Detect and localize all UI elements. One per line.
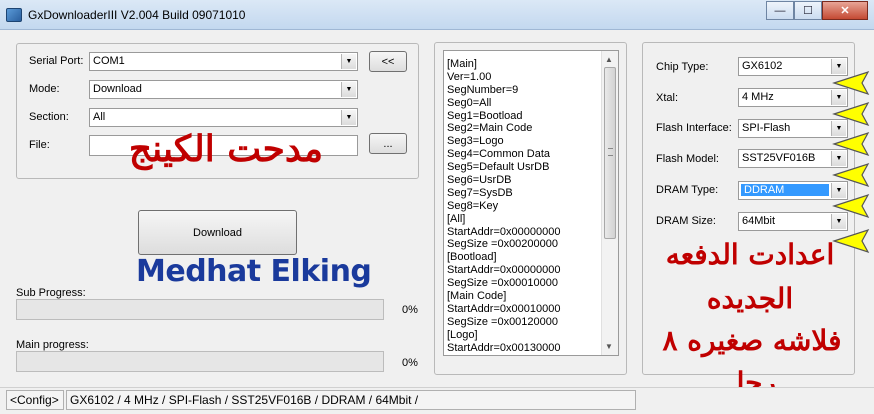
config-line: Seg7=SysDB — [447, 186, 513, 199]
flash-interface-value: SPI-Flash — [742, 122, 791, 134]
config-line: Seg3=Logo — [447, 135, 504, 148]
main-progress-bar — [16, 351, 384, 372]
title-bar: GxDownloaderIII V2.004 Build 09071010 — … — [0, 0, 874, 30]
window-title: GxDownloaderIII V2.004 Build 09071010 — [28, 8, 246, 22]
chip-type-value: GX6102 — [742, 60, 783, 72]
dram-size-value: 64Mbit — [742, 215, 776, 227]
download-button[interactable]: Download — [138, 210, 297, 255]
chevron-down-icon[interactable]: ▼ — [341, 110, 356, 125]
mode-label: Mode: — [29, 83, 60, 95]
config-line: SegSize =0x00200000 — [447, 238, 559, 251]
xtal-value: 4 MHz — [742, 91, 774, 103]
grip-icon — [608, 148, 613, 156]
config-line: Seg0=All — [447, 96, 492, 109]
scroll-up-icon[interactable]: ▲ — [605, 55, 613, 64]
config-line: SegSize =0x00120000 — [447, 315, 559, 328]
config-line: [Main] — [447, 58, 477, 70]
dram-type-label: DRAM Type: — [656, 184, 719, 196]
main-progress-percent: 0% — [402, 357, 418, 369]
config-line: Seg2=Main Code — [447, 122, 533, 135]
serial-port-value: COM1 — [93, 55, 125, 67]
serial-port-select[interactable]: COM1 ▼ — [89, 52, 358, 71]
flash-model-label: Flash Model: — [656, 153, 719, 165]
note-line-3: فلاشه صغيره ٨ — [662, 324, 842, 357]
section-label: Section: — [29, 111, 69, 123]
xtal-label: Xtal: — [656, 92, 679, 104]
config-line: Seg6=UsrDB — [447, 174, 512, 187]
config-line: StartAddr=0x00000000 — [447, 264, 561, 277]
note-line-2: الجديده — [706, 282, 794, 315]
close-button[interactable]: ✕ — [822, 1, 868, 20]
chevron-down-icon[interactable]: ▼ — [341, 82, 356, 97]
minimize-button[interactable]: — — [766, 1, 794, 20]
english-name-overlay: Medhat Elking — [136, 254, 372, 289]
config-line: [Logo] — [447, 328, 478, 341]
config-lines: [Main] Ver=1.00 SegNumber=9 Seg0=All Seg1=Bo… — [447, 58, 597, 354]
main-progress-label: Main progress: — [16, 339, 89, 351]
file-label: File: — [29, 139, 50, 151]
pointer-arrow-icon — [832, 162, 870, 188]
config-line: SegNumber=9 — [447, 83, 519, 96]
chevron-down-icon[interactable]: ▼ — [341, 54, 356, 69]
maximize-button[interactable]: ☐ — [794, 1, 822, 20]
config-line: [Bootload] — [447, 251, 497, 264]
config-line: Seg5=Default UsrDB — [447, 161, 550, 174]
browse-button[interactable]: ... — [369, 133, 407, 154]
note-line-1: اعدادت الدفعه — [665, 238, 835, 271]
section-select[interactable]: All ▼ — [89, 108, 358, 127]
flash-interface-label: Flash Interface: — [656, 122, 732, 134]
window-controls: — ☐ ✕ — [766, 1, 868, 20]
status-bar: <Config> GX6102 / 4 MHz / SPI-Flash / SS… — [0, 387, 874, 414]
config-summary: GX6102 / 4 MHz / SPI-Flash / SST25VF016B… — [66, 390, 636, 410]
config-line: Seg8=Key — [447, 199, 499, 212]
pointer-arrow-icon — [832, 70, 870, 96]
config-line: [Main Code] — [447, 290, 507, 303]
sub-progress-percent: 0% — [402, 304, 418, 316]
config-line: StartAddr=0x00000000 — [447, 225, 561, 238]
config-status-tab[interactable]: <Config> — [6, 390, 64, 410]
vertical-scrollbar[interactable]: ▲ ▼ — [601, 51, 618, 355]
config-listbox[interactable]: [Main] Ver=1.00 SegNumber=9 Seg0=All Seg1=Bo… — [443, 50, 619, 356]
sub-progress-bar — [16, 299, 384, 320]
scroll-thumb[interactable] — [604, 67, 616, 239]
dram-type-value: DDRAM — [741, 184, 829, 196]
mode-value: Download — [93, 83, 142, 95]
flash-model-value: SST25VF016B — [742, 152, 816, 164]
config-line: StartAddr=0x00130000 — [447, 341, 561, 354]
mode-select[interactable]: Download ▼ — [89, 80, 358, 99]
pointer-arrow-icon — [832, 101, 870, 127]
config-line: SegSize =0x00010000 — [447, 277, 559, 290]
scroll-down-icon[interactable]: ▼ — [605, 342, 613, 351]
config-line: Ver=1.00 — [447, 70, 492, 83]
config-line: Seg1=Bootload — [447, 109, 523, 122]
pointer-arrow-icon — [832, 131, 870, 157]
sub-progress-label: Sub Progress: — [16, 287, 86, 299]
config-line: Seg4=Common Data — [447, 148, 551, 161]
arabic-name-overlay: مدحت الكينج — [128, 128, 324, 170]
swap-button[interactable]: << — [369, 51, 407, 72]
app-icon — [6, 8, 22, 22]
config-line: [All] — [447, 212, 466, 225]
config-line: StartAddr=0x00010000 — [447, 302, 561, 315]
dram-size-label: DRAM Size: — [656, 215, 716, 227]
chip-type-label: Chip Type: — [656, 61, 709, 73]
pointer-arrow-icon — [832, 193, 870, 219]
section-value: All — [93, 111, 106, 123]
serial-port-label: Serial Port: — [29, 55, 84, 67]
